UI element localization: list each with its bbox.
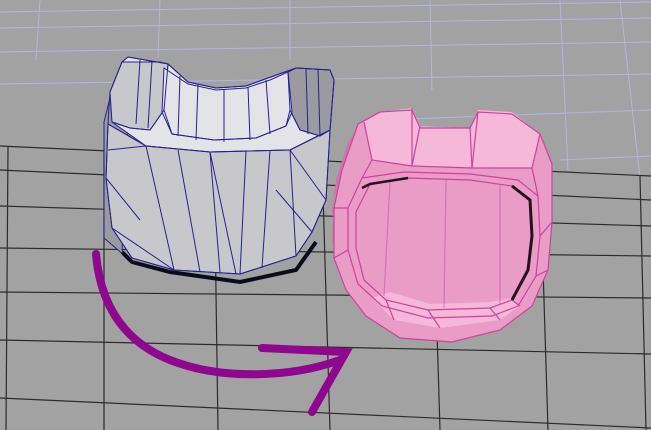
arrow-head xyxy=(258,344,353,416)
far-grid-line xyxy=(0,41,651,53)
3d-viewport[interactable] xyxy=(0,0,651,430)
mesh-top-post-right xyxy=(470,110,540,168)
near-grid-line xyxy=(639,175,647,430)
viewport-canvas[interactable] xyxy=(0,0,651,430)
far-grid-line xyxy=(619,0,641,179)
mesh-object-selected[interactable] xyxy=(332,108,553,343)
far-grid-line xyxy=(0,1,651,13)
far-grid-line xyxy=(0,17,651,29)
far-grid-line xyxy=(559,0,569,171)
mesh-top-post-center xyxy=(412,126,472,168)
near-grid-line xyxy=(0,205,651,227)
mesh-object-unselected[interactable] xyxy=(103,56,335,285)
near-grid-line xyxy=(5,145,9,430)
near-grid-line xyxy=(0,397,651,429)
